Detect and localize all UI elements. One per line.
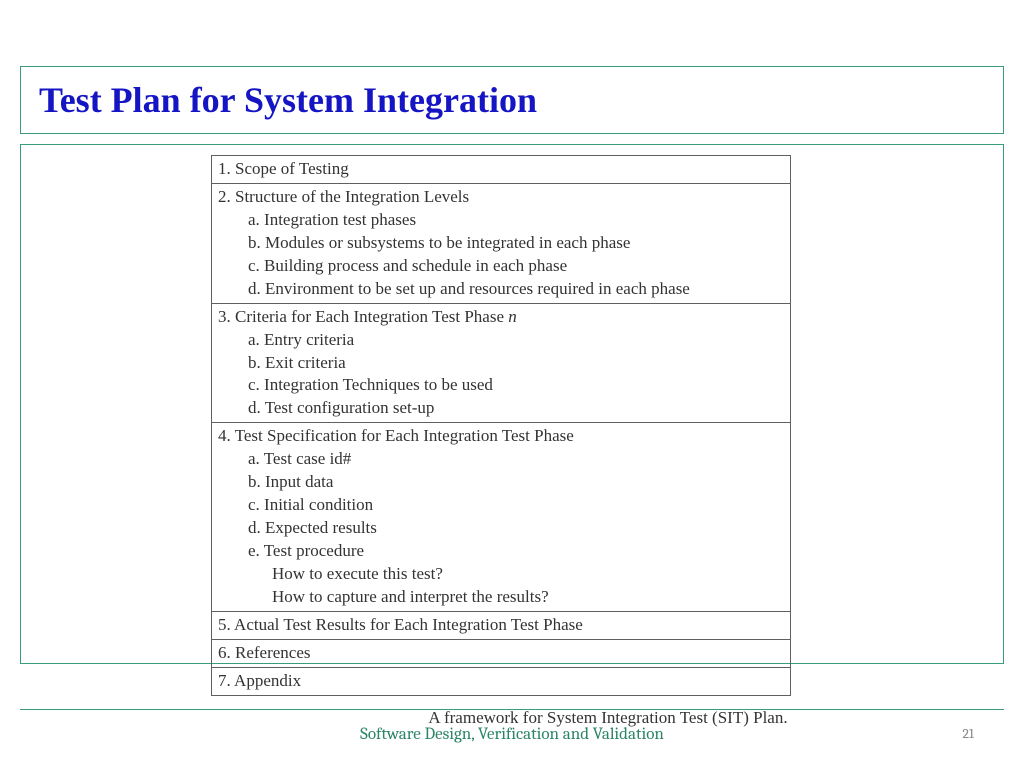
footer-text: Software Design, Verification and Valida… (0, 725, 1024, 744)
sub-item: d. Environment to be set up and resource… (218, 278, 784, 301)
sub-item: b. Input data (218, 471, 784, 494)
table-row: 6. References (212, 639, 791, 667)
sub-item: d. Test configuration set-up (218, 397, 784, 420)
sub-item: e. Test procedure (218, 540, 784, 563)
section-heading: 4. Test Specification for Each Integrati… (218, 425, 784, 448)
table-row: 2. Structure of the Integration Levels a… (212, 183, 791, 303)
table-row: 3. Criteria for Each Integration Test Ph… (212, 303, 791, 423)
section-heading: 1. Scope of Testing (212, 156, 791, 184)
sub-item: a. Test case id# (218, 448, 784, 471)
table-row: 7. Appendix (212, 667, 791, 695)
table-row: 4. Test Specification for Each Integrati… (212, 423, 791, 612)
section-cell: 3. Criteria for Each Integration Test Ph… (212, 303, 791, 423)
section-cell: 2. Structure of the Integration Levels a… (212, 183, 791, 303)
section-heading: 3. Criteria for Each Integration Test Ph… (218, 306, 784, 329)
table-row: 5. Actual Test Results for Each Integrat… (212, 611, 791, 639)
sub-item: c. Initial condition (218, 494, 784, 517)
title-box: Test Plan for System Integration (20, 66, 1004, 134)
content-box: 1. Scope of Testing 2. Structure of the … (20, 144, 1004, 664)
sub-item: a. Entry criteria (218, 329, 784, 352)
page-number: 21 (962, 725, 974, 742)
section-cell: 4. Test Specification for Each Integrati… (212, 423, 791, 612)
section-heading: 7. Appendix (212, 667, 791, 695)
sub-item: b. Modules or subsystems to be integrate… (218, 232, 784, 255)
section-heading: 2. Structure of the Integration Levels (218, 186, 784, 209)
table-row: 1. Scope of Testing (212, 156, 791, 184)
sub-item: d. Expected results (218, 517, 784, 540)
sub-item: c. Integration Techniques to be used (218, 374, 784, 397)
framework-table: 1. Scope of Testing 2. Structure of the … (211, 155, 791, 696)
sub-item: c. Building process and schedule in each… (218, 255, 784, 278)
sub-item: b. Exit criteria (218, 352, 784, 375)
section-heading: 5. Actual Test Results for Each Integrat… (212, 611, 791, 639)
page-title: Test Plan for System Integration (39, 79, 985, 121)
sub-sub-item: How to capture and interpret the results… (218, 586, 784, 609)
sub-sub-item: How to execute this test? (218, 563, 784, 586)
section-heading: 6. References (212, 639, 791, 667)
footer-divider (20, 709, 1004, 710)
sub-item: a. Integration test phases (218, 209, 784, 232)
